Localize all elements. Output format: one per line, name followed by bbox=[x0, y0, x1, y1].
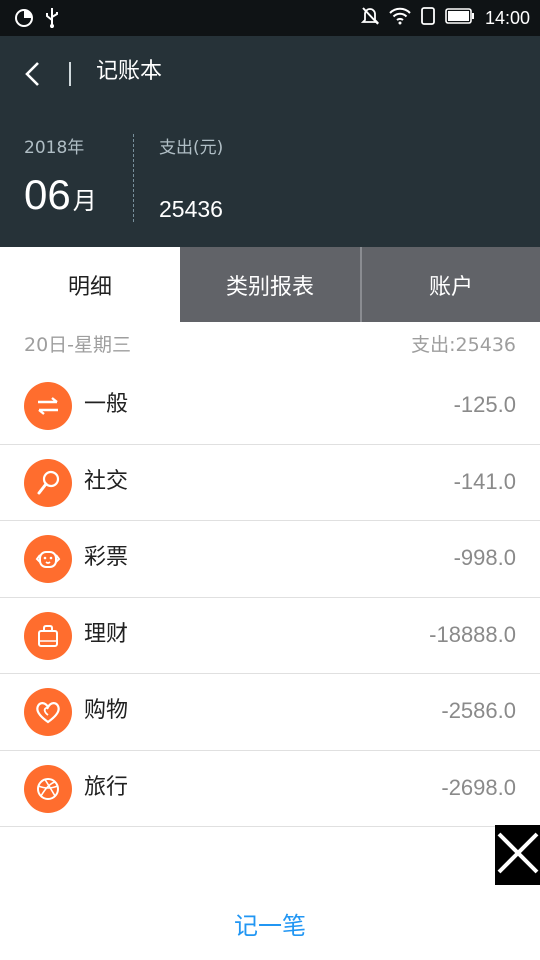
status-left-icons bbox=[14, 7, 60, 33]
entry-amount: -18888.0 bbox=[429, 621, 516, 647]
wifi-icon bbox=[389, 7, 411, 29]
chevron-left-icon bbox=[18, 62, 52, 98]
summary-expense-value: 25436 bbox=[159, 196, 223, 222]
summary-month-suffix: 月 bbox=[72, 187, 97, 215]
entry-amount: -2698.0 bbox=[441, 774, 516, 800]
entry-list: 一般 -125.0 社交 -141.0 彩票 -998.0 理财 -18888.… bbox=[0, 368, 540, 827]
entry-amount: -141.0 bbox=[453, 468, 516, 494]
page-title: 记账本 bbox=[96, 59, 163, 84]
tab-bar: 明细 类别报表 账户 bbox=[0, 247, 540, 322]
summary-month: 06 月 bbox=[24, 169, 97, 221]
entry-name: 彩票 bbox=[84, 545, 129, 570]
dog-face-icon bbox=[24, 535, 72, 583]
sim-icon bbox=[421, 7, 435, 29]
entry-name: 社交 bbox=[84, 468, 129, 494]
battery-icon bbox=[445, 8, 475, 28]
microphone-icon bbox=[24, 458, 72, 507]
entry-name: 理财 bbox=[84, 621, 129, 647]
entry-name: 购物 bbox=[84, 698, 129, 723]
list-item[interactable]: 购物 -2586.0 bbox=[0, 674, 540, 751]
entry-amount: -2586.0 bbox=[441, 698, 516, 723]
entry-amount: -125.0 bbox=[453, 392, 516, 417]
close-icon bbox=[496, 831, 540, 879]
usb-icon bbox=[44, 7, 60, 33]
entry-name: 一般 bbox=[84, 392, 129, 417]
close-button[interactable] bbox=[495, 825, 540, 885]
back-button[interactable] bbox=[18, 54, 52, 94]
status-right-icons: 14:00 bbox=[360, 5, 530, 31]
list-item[interactable]: 旅行 -2698.0 bbox=[0, 751, 540, 827]
list-item[interactable]: 社交 -141.0 bbox=[0, 445, 540, 521]
status-time: 14:00 bbox=[484, 8, 530, 28]
entry-name: 旅行 bbox=[84, 774, 129, 800]
mute-icon bbox=[360, 6, 380, 30]
list-item[interactable]: 一般 -125.0 bbox=[0, 368, 540, 445]
record-entry-button[interactable]: 记一笔 bbox=[0, 890, 540, 956]
status-bar: 14:00 bbox=[0, 0, 540, 36]
summary-divider bbox=[133, 134, 134, 222]
tab-category-report[interactable]: 类别报表 bbox=[180, 247, 360, 322]
summary-year: 2018年 bbox=[24, 138, 85, 158]
header: 记账本 2018年 06 月 支出(元) 25436 bbox=[0, 36, 540, 247]
transfer-icon bbox=[24, 382, 72, 430]
title-divider bbox=[69, 62, 71, 86]
basketball-icon bbox=[24, 764, 72, 813]
summary-expense-label: 支出(元) bbox=[159, 138, 224, 158]
list-item[interactable]: 彩票 -998.0 bbox=[0, 521, 540, 598]
tab-detail[interactable]: 明细 bbox=[0, 247, 180, 322]
day-label: 20日-星期三 bbox=[24, 334, 132, 356]
entry-amount: -998.0 bbox=[453, 545, 516, 570]
heart-icon bbox=[24, 688, 72, 736]
pie-icon bbox=[14, 8, 34, 32]
day-header: 20日-星期三 支出:25436 bbox=[0, 322, 540, 368]
list-item[interactable]: 理财 -18888.0 bbox=[0, 598, 540, 674]
bag-icon bbox=[24, 611, 72, 660]
summary-month-number: 06 bbox=[24, 171, 71, 218]
day-total: 支出:25436 bbox=[411, 334, 516, 356]
tab-account[interactable]: 账户 bbox=[360, 247, 540, 322]
